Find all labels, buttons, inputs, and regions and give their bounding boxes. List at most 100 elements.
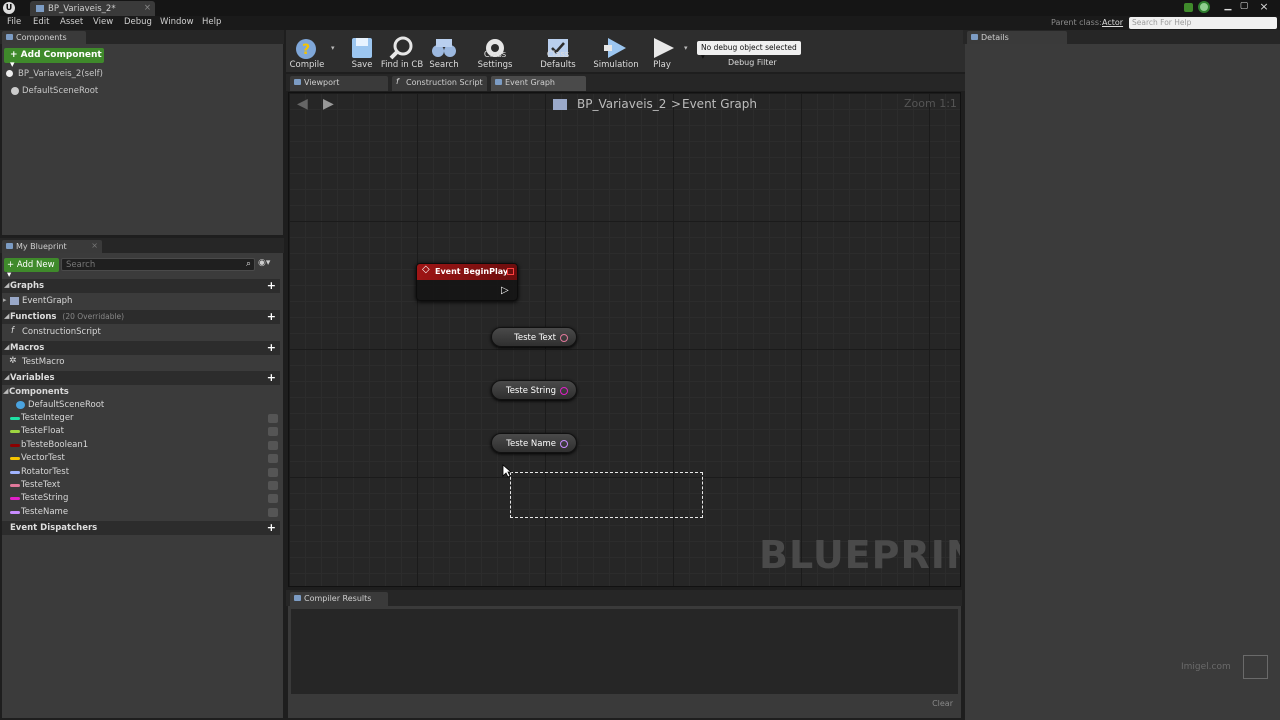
menu-edit[interactable]: Edit (33, 17, 49, 27)
variable-row[interactable]: TesteInteger (2, 412, 280, 425)
variable-row[interactable]: TesteName (2, 506, 280, 519)
parent-class-label: Parent class: (1051, 18, 1102, 27)
event-beginplay-node[interactable]: ◇ Event BeginPlay ▷ (416, 263, 518, 301)
variable-row[interactable]: TesteString (2, 492, 280, 505)
list-item-test-macro[interactable]: ✲ TestMacro (2, 356, 280, 369)
close-icon[interactable]: × (91, 241, 98, 250)
debug-filter-label: Debug Filter (728, 58, 777, 67)
teste-text-node[interactable]: Teste Text (491, 327, 577, 347)
class-defaults-label: Class Defaults (540, 50, 576, 70)
graph-canvas[interactable]: ◀ ▶ BP_Variaveis_2 > Event Graph Zoom 1:… (288, 92, 961, 587)
tab-construction-script[interactable]: f Construction Script (392, 76, 487, 91)
visibility-eye-icon[interactable] (268, 494, 278, 504)
tab-my-blueprint[interactable]: My Blueprint × (2, 240, 102, 253)
find-in-cb-button[interactable]: Find in CB (380, 34, 424, 70)
compiler-results-panel: Clear (288, 606, 961, 718)
search-button[interactable]: Search (422, 34, 466, 70)
close-icon[interactable]: × (144, 3, 151, 13)
list-item-construction-script[interactable]: f ConstructionScript (2, 326, 280, 339)
add-function-icon[interactable]: + (267, 310, 276, 323)
add-graph-icon[interactable]: + (267, 279, 276, 292)
find-label: Find in CB (380, 60, 424, 70)
output-pin-icon[interactable] (560, 387, 568, 395)
menu-file[interactable]: File (7, 17, 21, 27)
minimize-icon[interactable]: ▁ (1222, 1, 1234, 13)
menu-view[interactable]: View (93, 17, 113, 27)
tab-details[interactable]: Details (967, 31, 1067, 44)
output-pin-icon[interactable] (560, 440, 568, 448)
asset-tab[interactable]: BP_Variaveis_2* × (30, 1, 155, 16)
visibility-eye-icon[interactable] (268, 507, 278, 517)
maximize-icon[interactable]: ▢ (1238, 1, 1250, 13)
list-item-event-graph[interactable]: ▸ EventGraph (2, 295, 280, 308)
visibility-eye-icon[interactable] (268, 414, 278, 423)
class-settings-button[interactable]: Class Settings (467, 34, 523, 70)
exec-pin-icon[interactable]: ▷ (501, 285, 509, 296)
variable-row[interactable]: VectorTest (2, 452, 280, 465)
compile-options-icon[interactable]: ▾ (331, 44, 335, 52)
list-item-default-scene-root[interactable]: DefaultSceneRoot (2, 399, 280, 412)
clear-button[interactable]: Clear (932, 699, 953, 708)
parent-class-link[interactable]: Actor (1102, 18, 1123, 27)
functions-count: (20 Overridable) (62, 312, 125, 321)
play-options-icon[interactable]: ▾ (684, 44, 688, 52)
window-close-icon[interactable]: × (1258, 0, 1270, 13)
tab-components[interactable]: Components (2, 31, 86, 44)
add-variable-icon[interactable]: + (267, 371, 276, 384)
forward-arrow-icon[interactable]: ▶ (323, 96, 334, 112)
components-category[interactable]: ◢ Components (2, 386, 280, 399)
tab-viewport[interactable]: Viewport (290, 76, 388, 91)
add-component-button[interactable]: + Add Component ▾ (4, 48, 104, 70)
event-dispatchers-section-header[interactable]: Event Dispatchers + (2, 521, 280, 535)
source-control-icon[interactable] (1184, 3, 1193, 12)
tree-item-default-scene-root[interactable]: DefaultSceneRoot (4, 84, 281, 97)
add-new-button[interactable]: + Add New ▾ (4, 258, 59, 280)
variable-row[interactable]: TesteText (2, 479, 280, 492)
status-icon[interactable] (1198, 1, 1210, 13)
delegate-pin-icon[interactable] (507, 268, 514, 275)
compile-button[interactable]: ? Compile (285, 34, 329, 70)
add-macro-icon[interactable]: + (267, 341, 276, 354)
selection-marquee (510, 472, 703, 518)
save-icon (352, 38, 372, 58)
menu-help[interactable]: Help (202, 17, 221, 27)
teste-name-node[interactable]: Teste Name (491, 433, 577, 453)
menu-debug[interactable]: Debug (124, 17, 152, 27)
tree-item-self[interactable]: BP_Variaveis_2(self) (4, 67, 281, 80)
save-button[interactable]: Save (340, 34, 384, 70)
blueprint-search-input[interactable]: Search ⌕ (61, 258, 255, 271)
variable-name: TesteString (21, 493, 69, 504)
variables-section-header[interactable]: ◢ Variables + (2, 371, 280, 385)
teste-string-node[interactable]: Teste String (491, 380, 577, 400)
variable-name: TesteText (21, 480, 61, 490)
visibility-eye-icon[interactable] (268, 427, 278, 437)
tab-event-graph[interactable]: Event Graph (491, 76, 586, 91)
menu-asset[interactable]: Asset (60, 17, 83, 27)
graphs-section-header[interactable]: ◢ Graphs + (2, 279, 280, 293)
variable-row[interactable]: TesteFloat (2, 425, 280, 438)
scene-component-icon (16, 401, 25, 409)
variable-row[interactable]: RotatorTest (2, 466, 280, 479)
visibility-eye-icon[interactable] (268, 481, 278, 490)
macros-section-header[interactable]: ◢ Macros + (2, 341, 280, 355)
breadcrumb-graph[interactable]: Event Graph (682, 97, 757, 111)
tab-compiler-results[interactable]: Compiler Results (290, 592, 388, 606)
variable-name: VectorTest (21, 453, 65, 464)
visibility-eye-icon[interactable] (268, 454, 278, 464)
breadcrumb-blueprint[interactable]: BP_Variaveis_2 (577, 97, 666, 111)
help-search-input[interactable]: Search For Help (1129, 17, 1277, 29)
functions-section-header[interactable]: ◢ Functions (20 Overridable) + (2, 310, 280, 324)
debug-object-select[interactable]: No debug object selected ▾ (697, 41, 801, 61)
class-settings-label: Class Settings (477, 50, 513, 70)
simulation-button[interactable]: Simulation (592, 34, 640, 70)
class-defaults-button[interactable]: Class Defaults (528, 34, 588, 70)
view-options-icon[interactable]: ◉▾ (258, 258, 270, 268)
variable-row[interactable]: bTesteBoolean1 (2, 439, 280, 452)
menu-window[interactable]: Window (160, 17, 194, 27)
output-pin-icon[interactable] (560, 334, 568, 342)
add-dispatcher-icon[interactable]: + (267, 521, 276, 534)
visibility-eye-icon[interactable] (268, 467, 278, 477)
play-button[interactable]: Play (640, 34, 684, 70)
back-arrow-icon[interactable]: ◀ (297, 96, 308, 112)
visibility-eye-icon[interactable] (268, 440, 278, 450)
